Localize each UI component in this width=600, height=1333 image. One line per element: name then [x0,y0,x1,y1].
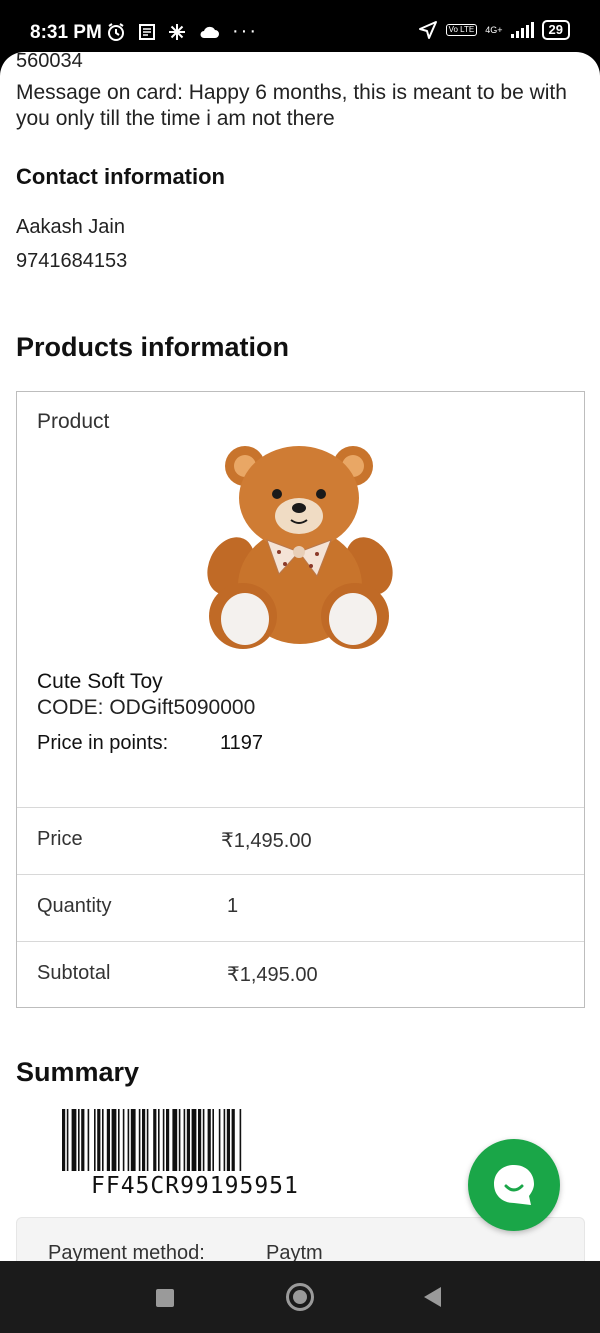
quantity-row: Quantity 1 [17,874,584,941]
network-type: 4G+ [485,24,503,35]
barcode-bar [106,1109,110,1171]
barcode-bar [158,1109,160,1171]
barcode-bar [178,1109,181,1171]
card-message: Message on card: Happy 6 months, this is… [16,81,567,130]
barcode-bar [62,1109,66,1171]
subtotal-value: ₹1,495.00 [227,964,318,986]
quantity-value: 1 [227,895,239,917]
barcode-bar [218,1109,221,1171]
address-pincode: 560034 [16,52,83,72]
price-value: ₹1,495.00 [221,830,312,852]
status-icons-left: ··· [106,20,258,43]
home-icon[interactable] [286,1283,314,1311]
barcode-bar [127,1109,130,1171]
contact-heading: Contact information [16,164,225,189]
recents-icon[interactable] [156,1289,174,1307]
product-column-label: Product [37,410,110,433]
barcode-bar [186,1109,190,1171]
quantity-label: Quantity [37,895,112,917]
barcode-bar [111,1109,117,1171]
barcode-bar [207,1109,211,1171]
barcode-bar [226,1109,230,1171]
news-icon [139,23,155,40]
navigation-bar [0,1261,600,1333]
battery-icon: 29 [541,20,570,40]
teddy-bear-image[interactable] [205,436,395,656]
barcode-bar [122,1109,125,1171]
barcode-bar [138,1109,141,1171]
status-time: 8:31 PM [30,22,102,43]
barcode-bar [81,1109,85,1171]
barcode-bar [183,1109,186,1171]
cloud-icon [200,26,219,38]
points-value: 1197 [220,732,264,754]
barcode-text: FF45CR99195951 [91,1173,299,1199]
barcode-bar [231,1109,235,1171]
products-heading: Products information [16,332,290,362]
summary-heading: Summary [16,1057,140,1087]
barcode-bar [142,1109,146,1171]
barcode-bar [94,1109,96,1171]
fan-icon [169,23,185,40]
barcode-bar [102,1109,104,1171]
barcode-bar [97,1109,101,1171]
volte-icon: Vo LTE [445,24,478,36]
barcode-bar [71,1109,77,1171]
chat-bubble-icon [494,1165,534,1205]
price-row: Price ₹1,495.00 [17,807,584,874]
barcode-bar [212,1109,214,1171]
barcode-bar [198,1109,202,1171]
barcode-bar [162,1109,165,1171]
barcode-bar [166,1109,170,1171]
chat-button[interactable] [468,1139,560,1231]
barcode-bar [153,1109,157,1171]
barcode-bar [130,1109,136,1171]
price-label: Price [37,828,83,850]
contact-name: Aakash Jain [16,216,125,238]
barcode-bar [146,1109,149,1171]
back-icon[interactable] [424,1287,441,1307]
barcode-image [62,1109,242,1171]
subtotal-row: Subtotal ₹1,495.00 [17,941,584,1008]
alarm-icon [108,22,124,41]
points-label: Price in points: [37,732,169,754]
signal-icon [510,22,534,38]
payment-method-label: Payment method: [48,1242,205,1261]
barcode-bar [202,1109,205,1171]
product-name[interactable]: Cute Soft Toy [37,670,163,694]
barcode-bar [191,1109,197,1171]
barcode-bar [223,1109,226,1171]
more-icon: ··· [232,20,258,42]
payment-method-value: Paytm [266,1242,323,1261]
location-icon [418,21,437,39]
status-icons-right: Vo LTE 4G+ 29 [418,20,570,40]
order-details-sheet[interactable]: 560034 Message on card: Happy 6 months, … [0,52,600,1261]
barcode-bar [239,1109,242,1171]
barcode-bar [172,1109,178,1171]
barcode-bar [66,1109,69,1171]
product-code: CODE: ODGift5090000 [37,696,256,719]
product-table: Product Cute Soft Toy CODE: ODGift509000… [16,391,585,1008]
barcode-bar [78,1109,80,1171]
barcode-bar [87,1109,90,1171]
subtotal-label: Subtotal [37,962,111,984]
barcode-bar [118,1109,120,1171]
contact-phone: 9741684153 [16,250,128,272]
